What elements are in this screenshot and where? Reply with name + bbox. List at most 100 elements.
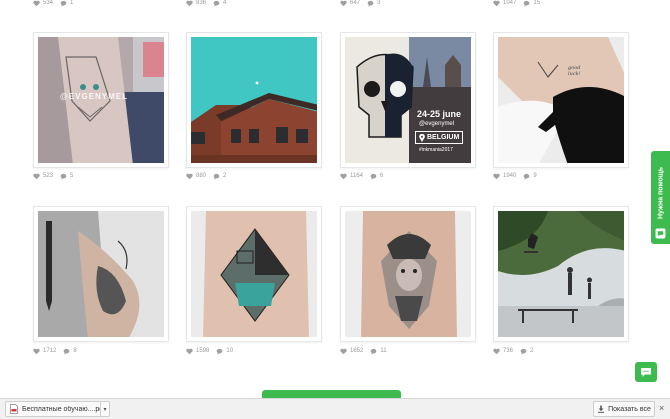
download-file-name: Бесплатные обучаю....pdf [22,405,100,413]
post-card[interactable] [493,206,629,342]
post-image[interactable] [191,37,317,163]
heart-icon [186,173,193,179]
comment-icon [370,173,377,180]
comment-icon [213,173,220,180]
post-image[interactable] [191,211,317,337]
comment-icon [524,173,530,180]
likes-count: 736 [503,348,514,354]
post-stats: 1940 9 [493,171,537,181]
skatepark-photo [498,211,624,337]
skull-event-photo [345,37,471,163]
heart-icon [493,348,500,354]
comments-count: 15 [533,0,541,6]
likes-count: 1940 [503,173,517,179]
post-image[interactable] [345,211,471,337]
post-stats: 880 2 [186,171,226,181]
event-country: BELGIUM [427,134,460,141]
close-icon[interactable]: × [659,403,664,413]
post-stats-top-3: 647 3 [340,0,380,8]
comment-icon [367,0,374,7]
post-image[interactable] [38,211,164,337]
comment-icon [371,348,377,355]
comments-count: 8 [73,348,77,354]
comments-count: 1 [70,0,74,6]
download-bar: Бесплатные обучаю....pdf ▾ Показать все … [0,398,670,419]
load-more-button[interactable] [262,390,401,398]
likes-count: 523 [43,173,54,179]
heart-icon [186,348,193,354]
post-stats: 1652 11 [340,346,387,356]
heart-icon [33,0,40,6]
post-stats: 1598 10 [186,346,233,356]
chat-button[interactable] [635,362,657,382]
heart-icon [33,348,40,354]
gloved-hand-photo [498,37,624,163]
likes-count: 836 [196,0,207,6]
chevron-down-icon[interactable]: ▾ [100,402,109,416]
likes-count: 534 [43,0,54,6]
post-stats-top-2: 836 4 [186,0,226,8]
comments-count: 4 [223,0,227,6]
show-all-label: Показать все [608,405,651,413]
help-tab-label: Нужна помощь [657,166,664,220]
likes-count: 1164 [350,173,363,179]
likes-count: 1047 [503,0,517,6]
help-side-tab[interactable]: Нужна помощь [651,151,670,244]
post-card[interactable]: 24-25 june @evgenymel BELGIUM #inkmania2… [340,32,476,168]
comments-count: 9 [533,173,537,179]
show-all-downloads-button[interactable]: Показать все [593,401,655,417]
post-stats: 736 2 [493,346,533,356]
post-stats: 523 5 [33,171,73,181]
comments-count: 5 [70,173,74,179]
comments-count: 6 [379,173,384,179]
comments-count: 11 [380,348,387,354]
post-stats: 1164 6 [340,171,383,181]
post-image[interactable]: 24-25 june @evgenymel BELGIUM #inkmania2… [345,37,471,163]
heart-icon [33,173,40,179]
post-card[interactable]: good luck! [493,32,629,168]
heart-icon [493,0,500,6]
post-card[interactable] [340,206,476,342]
post-stats-top-4: 1047 15 [493,0,540,8]
post-card[interactable] [186,206,322,342]
heart-icon [340,173,347,179]
post-image[interactable] [498,211,624,337]
chat-bubble-icon [641,367,651,377]
post-card[interactable]: @EVGENYMEL [33,32,169,168]
hoop-tattoo-photo [191,211,317,337]
comment-icon [524,0,530,7]
dagger-arm-photo [38,211,164,337]
event-location-badge: BELGIUM [415,131,464,144]
post-image[interactable]: good luck! [498,37,624,163]
comments-count: 3 [377,0,381,6]
heart-icon [186,0,193,6]
chat-bubble-icon [655,228,666,239]
comments-count: 2 [530,348,534,354]
pdf-file-icon [10,404,18,414]
comment-icon [60,0,67,7]
post-stats: 1712 8 [33,346,77,356]
heart-icon [493,173,500,179]
comments-count: 2 [223,173,227,179]
comment-icon [213,0,220,7]
location-pin-icon [419,133,425,142]
likes-count: 1598 [196,348,210,354]
event-handle: @evgenymel [419,121,455,127]
heart-icon [340,0,347,6]
post-image[interactable]: @EVGENYMEL [38,37,164,163]
building-photo [191,37,317,163]
download-arrow-icon [598,405,605,413]
likes-count: 1652 [350,348,364,354]
post-card[interactable] [33,206,169,342]
tattoo-lettering: good luck! [568,65,581,77]
likes-count: 1712 [43,348,57,354]
likes-count: 647 [350,0,361,6]
comment-icon [60,173,67,180]
event-dates: 24-25 june [417,109,462,119]
comment-icon [217,348,223,355]
comment-icon [64,348,70,355]
comment-icon [520,348,527,355]
download-item[interactable]: Бесплатные обучаю....pdf ▾ [5,401,110,417]
post-card[interactable] [186,32,322,168]
watermark-text: @EVGENYMEL [60,92,129,101]
